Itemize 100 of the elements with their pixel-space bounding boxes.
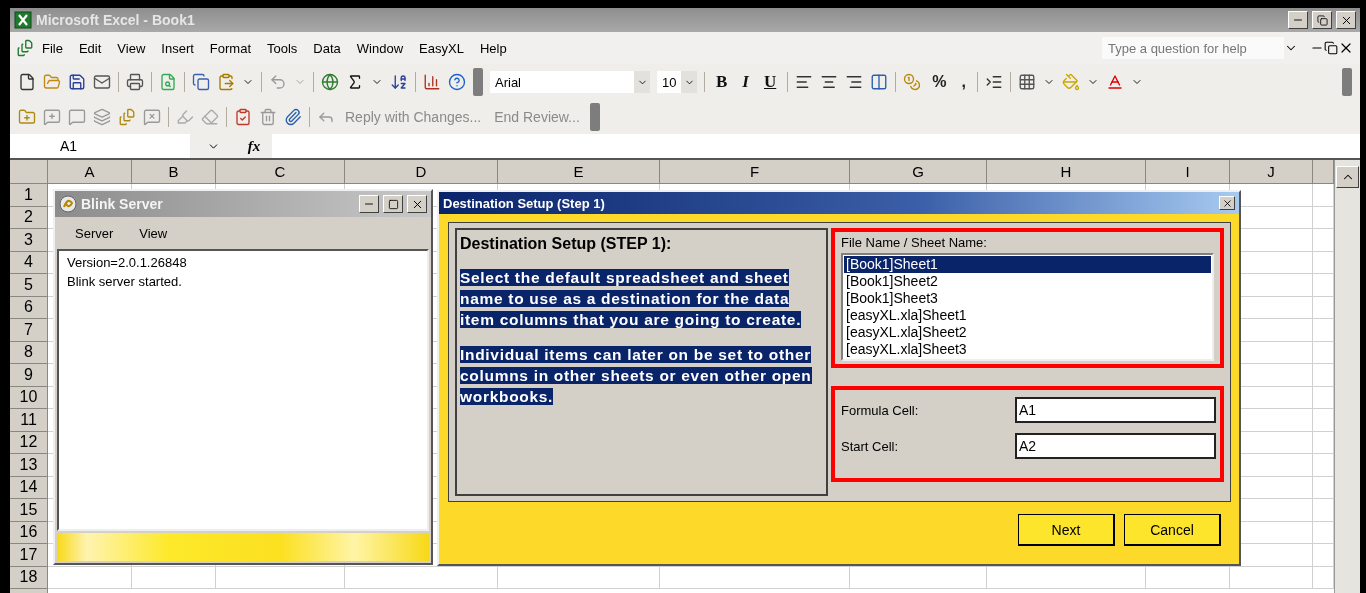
list-item[interactable]: [easyXL.xla]Sheet3 [844, 341, 1211, 358]
print-preview-icon[interactable] [159, 73, 177, 91]
text-style-button[interactable]: I [738, 72, 753, 92]
scrollbar[interactable] [1334, 160, 1360, 593]
dialog-button[interactable]: Next [1018, 514, 1115, 546]
currency-icon[interactable] [903, 73, 922, 91]
row-header[interactable]: 12 [10, 431, 48, 454]
chart-icon[interactable] [423, 73, 441, 91]
cell-field[interactable]: A2 [1015, 433, 1216, 459]
menu-item[interactable]: Edit [70, 38, 110, 58]
eraser-icon[interactable] [201, 108, 219, 126]
column-header[interactable]: F [660, 160, 850, 184]
text-style-button[interactable]: B [712, 72, 732, 92]
stack-icon[interactable] [118, 108, 136, 126]
column-header[interactable]: A [48, 160, 132, 184]
toolbar-grip[interactable] [589, 103, 600, 131]
maximize-icon[interactable] [387, 198, 399, 210]
menu-item[interactable]: Window [348, 38, 412, 58]
new-file-icon[interactable] [18, 73, 36, 91]
row-header[interactable]: 3 [10, 229, 48, 252]
text-style-button[interactable]: U [759, 72, 781, 92]
delete-comment-icon[interactable] [143, 108, 161, 126]
row-header[interactable]: 15 [10, 499, 48, 522]
copy-icon[interactable] [192, 73, 210, 91]
list-item[interactable]: [Book1]Sheet2 [844, 273, 1211, 290]
menu-item[interactable]: Tools [259, 38, 306, 58]
clipboard-check-icon[interactable] [234, 108, 252, 126]
row-header[interactable]: 5 [10, 274, 48, 297]
merge-cells-icon[interactable] [870, 73, 889, 91]
folder-icon[interactable] [18, 108, 36, 126]
sort-icon[interactable] [390, 73, 408, 91]
menu-item[interactable]: File [34, 38, 71, 58]
menu-item[interactable]: Format [201, 38, 259, 58]
paste-icon[interactable] [217, 73, 235, 91]
help-search-field[interactable]: Type a question for help [1102, 37, 1284, 59]
row-header[interactable]: 8 [10, 341, 48, 364]
select-all-corner[interactable] [10, 160, 48, 184]
workbook-icon[interactable] [16, 39, 34, 57]
maximize-button[interactable] [383, 195, 403, 213]
row-header[interactable]: 14 [10, 476, 48, 499]
row-header[interactable]: 7 [10, 319, 48, 342]
comment-icon[interactable] [43, 108, 61, 126]
column-header[interactable]: B [132, 160, 216, 184]
hyperlink-icon[interactable] [321, 73, 339, 91]
minimize-button[interactable] [1288, 11, 1308, 29]
row-header[interactable]: 2 [10, 206, 48, 229]
menu-item[interactable]: EasyXL [411, 38, 472, 58]
mail-icon[interactable] [93, 73, 111, 91]
column-header[interactable]: G [850, 160, 987, 184]
row-header[interactable]: 10 [10, 386, 48, 409]
comment-icon[interactable] [68, 108, 86, 126]
trash-icon[interactable] [259, 108, 277, 126]
font-field[interactable]: Arial [490, 71, 650, 93]
column-header[interactable]: I [1146, 160, 1230, 184]
toolbar-grip[interactable] [473, 68, 483, 96]
help-icon[interactable] [448, 73, 466, 91]
row-header[interactable]: 4 [10, 251, 48, 274]
undo-icon[interactable] [269, 73, 287, 91]
minimize-button[interactable] [359, 195, 379, 213]
menu-item[interactable]: View [139, 225, 168, 241]
font-size-field[interactable]: 10 [657, 71, 697, 93]
list-item[interactable]: [easyXL.xla]Sheet1 [844, 307, 1211, 324]
save-icon[interactable] [68, 73, 86, 91]
list-item[interactable]: [easyXL.xla]Sheet2 [844, 324, 1211, 341]
menu-item[interactable]: View [109, 38, 154, 58]
row-header[interactable]: 18 [10, 566, 48, 589]
list-item[interactable]: [Book1]Sheet1 [844, 256, 1211, 273]
layers-icon[interactable] [93, 108, 111, 126]
printer-icon[interactable] [126, 73, 144, 91]
fill-color-icon[interactable] [1061, 73, 1080, 91]
column-header[interactable]: E [498, 160, 660, 184]
menu-item[interactable]: Insert [153, 38, 202, 58]
row-header[interactable]: 11 [10, 409, 48, 432]
cell-field[interactable]: A1 [1015, 397, 1216, 423]
row-header[interactable]: 9 [10, 364, 48, 387]
menu-item[interactable]: Server [75, 225, 114, 241]
highlighter-icon[interactable] [176, 108, 194, 126]
restore-icon[interactable] [1324, 41, 1338, 55]
column-header[interactable]: H [987, 160, 1146, 184]
row-header[interactable]: 6 [10, 296, 48, 319]
align-left-icon[interactable] [795, 73, 814, 91]
align-right-icon[interactable] [845, 73, 864, 91]
borders-icon[interactable] [1017, 73, 1036, 91]
restore-button[interactable] [1312, 11, 1332, 29]
menu-item[interactable]: Data [305, 38, 349, 58]
row-header[interactable]: 1 [10, 184, 48, 207]
row-header[interactable]: 17 [10, 544, 48, 567]
menu-item[interactable]: Help [471, 38, 515, 58]
row-header[interactable]: 13 [10, 454, 48, 477]
list-item[interactable]: [Book1]Sheet3 [844, 290, 1211, 307]
open-folder-icon[interactable] [43, 73, 61, 91]
paperclip-icon[interactable] [284, 108, 302, 126]
toolbar-grip[interactable] [1342, 68, 1352, 96]
indent-icon[interactable] [984, 73, 1003, 91]
align-center-icon[interactable] [820, 73, 839, 91]
column-header[interactable]: C [216, 160, 345, 184]
font-color-icon[interactable] [1105, 73, 1124, 91]
number-format-button[interactable]: , [957, 73, 970, 91]
column-header[interactable]: J [1230, 160, 1313, 184]
row-header[interactable]: 16 [10, 521, 48, 544]
